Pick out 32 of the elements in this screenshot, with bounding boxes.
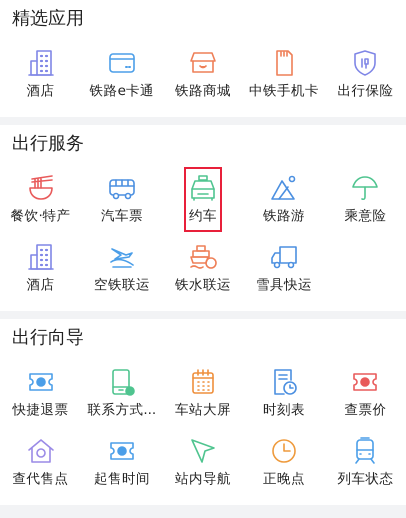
- app-shortcut[interactable]: 查票价: [340, 361, 390, 426]
- app-shortcut[interactable]: 空铁联运: [90, 236, 154, 301]
- app-shortcut[interactable]: 汽车票: [96, 167, 147, 232]
- app-shortcut[interactable]: 列车状态: [333, 430, 398, 495]
- app-shortcut[interactable]: 酒店: [22, 236, 60, 301]
- house-icon: [26, 436, 56, 466]
- app-shortcut[interactable]: 铁水联运: [170, 236, 235, 301]
- app-shortcut[interactable]: 铁路商城: [170, 42, 235, 107]
- app-shortcut[interactable]: 酒店: [22, 42, 60, 107]
- app-shortcut[interactable]: 铁路e卡通: [86, 42, 158, 107]
- app-shortcut[interactable]: 雪具快运: [252, 236, 316, 301]
- app-shortcut[interactable]: 乘意险: [340, 167, 390, 232]
- app-shortcut[interactable]: 车站大屏: [170, 361, 235, 426]
- section-title: 出行服务: [11, 132, 85, 155]
- building-icon: [26, 242, 56, 272]
- app-shortcut[interactable]: 时刻表: [259, 361, 310, 426]
- building-icon: [26, 48, 56, 78]
- app-shortcut[interactable]: 正晚点: [259, 430, 310, 495]
- app-shortcut[interactable]: 快捷退票: [8, 361, 73, 426]
- app-shortcut[interactable]: 约车: [184, 167, 222, 232]
- app-shortcut[interactable]: 起售时间: [90, 430, 154, 495]
- app-shortcut[interactable]: 餐饮·特产: [6, 167, 75, 232]
- app-shortcut[interactable]: 铁路游: [259, 167, 310, 232]
- section-title: 精选应用: [11, 7, 85, 30]
- app-shortcut[interactable]: 出行保险: [333, 42, 398, 107]
- app-shortcut[interactable]: 查代售点: [8, 430, 73, 495]
- app-shortcut[interactable]: 联系方式...: [83, 361, 160, 426]
- umbrella-icon: [350, 173, 380, 203]
- app-shortcut[interactable]: 站内导航: [170, 430, 235, 495]
- section-title: 出行向导: [11, 326, 85, 349]
- ship-icon: [188, 242, 218, 272]
- app-shortcut[interactable]: 中铁手机卡: [245, 42, 324, 107]
